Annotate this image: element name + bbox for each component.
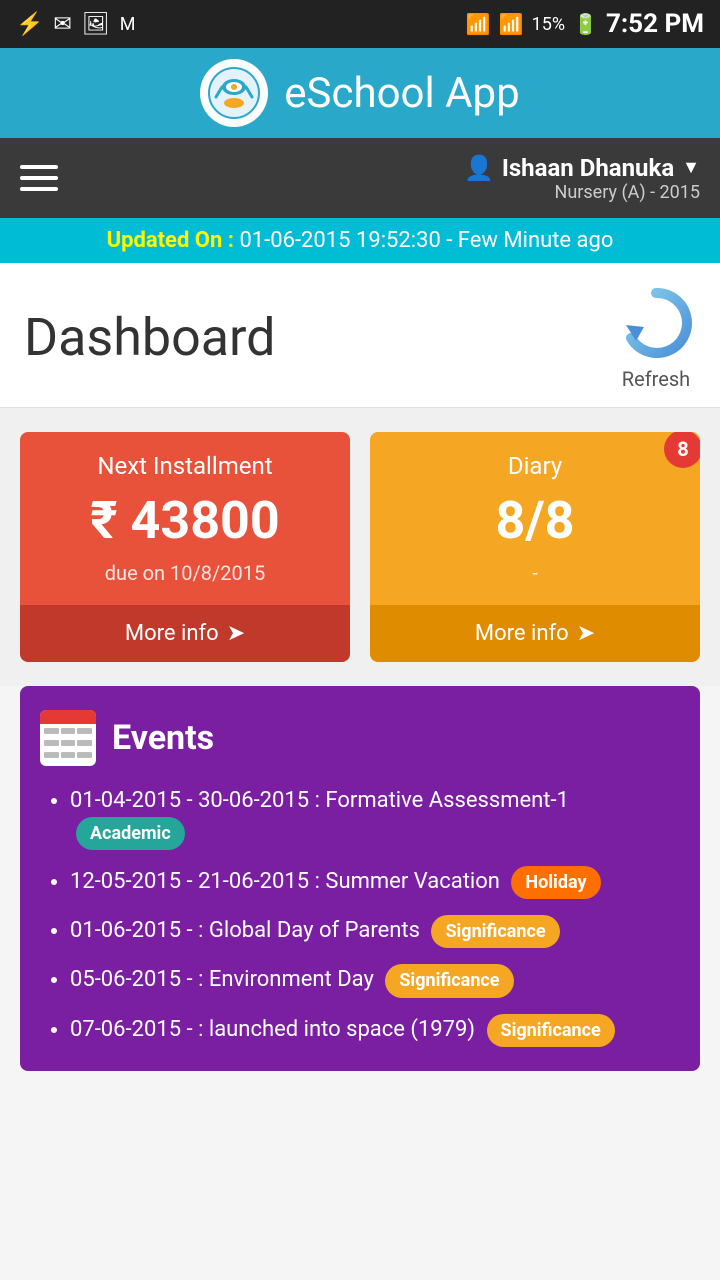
more-info-arrow-2: ➤ xyxy=(577,621,595,646)
event-text-4: 05-06-2015 - : Environment Day xyxy=(70,967,374,992)
battery-icon: 🔋 xyxy=(573,12,598,36)
more-info-label-1: More info xyxy=(125,621,219,646)
calendar-icon xyxy=(40,710,96,766)
next-installment-value: ₹ 43800 xyxy=(90,490,279,551)
diary-value: 8/8 xyxy=(496,490,575,551)
status-bar: ⚡ ✉ 🖼 M 📶 📶 15% 🔋 7:52 PM xyxy=(0,0,720,48)
diary-sub: - xyxy=(532,561,538,585)
list-item: 05-06-2015 - : Environment Day Significa… xyxy=(70,964,680,997)
user-name-row[interactable]: 👤 Ishaan Dhanuka ▼ xyxy=(464,154,700,182)
app-logo xyxy=(200,59,268,127)
event-tag-academic-1: Academic xyxy=(76,817,185,850)
user-name-text: Ishaan Dhanuka xyxy=(502,154,674,182)
list-item: 01-04-2015 - 30-06-2015 : Formative Asse… xyxy=(70,786,680,850)
events-section: Events 01-04-2015 - 30-06-2015 : Formati… xyxy=(20,686,700,1071)
image-icon: 🖼 xyxy=(82,12,110,37)
event-tag-significance-3: Significance xyxy=(487,1014,615,1047)
app-header: eSchool App xyxy=(0,48,720,138)
next-installment-body: Next Installment ₹ 43800 due on 10/8/201… xyxy=(20,432,350,605)
event-text-5: 07-06-2015 - : launched into space (1979… xyxy=(70,1017,475,1042)
events-header: Events xyxy=(40,710,680,766)
status-right-icons: 📶 📶 15% 🔋 7:52 PM xyxy=(466,9,704,39)
diary-body: Diary 8/8 - xyxy=(370,432,700,605)
next-installment-more-info[interactable]: More info ➤ xyxy=(20,605,350,662)
next-installment-due: due on 10/8/2015 xyxy=(105,561,265,585)
user-dropdown-arrow: ▼ xyxy=(682,157,700,178)
event-text-1: 01-04-2015 - 30-06-2015 : Formative Asse… xyxy=(70,788,569,813)
next-installment-card: Next Installment ₹ 43800 due on 10/8/201… xyxy=(20,432,350,662)
signal-icon: 📶 xyxy=(499,12,524,36)
more-info-arrow-1: ➤ xyxy=(227,621,245,646)
usb-icon: ⚡ xyxy=(16,12,43,37)
update-bar: Updated On : 01-06-2015 19:52:30 - Few M… xyxy=(0,218,720,263)
user-class-text: Nursery (A) - 2015 xyxy=(464,182,700,203)
event-tag-holiday-1: Holiday xyxy=(511,866,600,899)
user-bar: 👤 Ishaan Dhanuka ▼ Nursery (A) - 2015 xyxy=(0,138,720,218)
more-info-label-2: More info xyxy=(475,621,569,646)
list-item: 01-06-2015 - : Global Day of Parents Sig… xyxy=(70,915,680,948)
list-item: 12-05-2015 - 21-06-2015 : Summer Vacatio… xyxy=(70,866,680,899)
cards-row: Next Installment ₹ 43800 due on 10/8/201… xyxy=(0,408,720,686)
diary-title: Diary xyxy=(508,452,562,480)
update-datetime: 01-06-2015 19:52:30 - Few Minute ago xyxy=(239,228,613,253)
diary-more-info[interactable]: More info ➤ xyxy=(370,605,700,662)
event-text-2: 12-05-2015 - 21-06-2015 : Summer Vacatio… xyxy=(70,869,500,894)
status-left-icons: ⚡ ✉ 🖼 M xyxy=(16,12,136,37)
refresh-button[interactable]: Refresh xyxy=(616,283,696,391)
status-time: 7:52 PM xyxy=(606,9,704,39)
battery-percent: 15% xyxy=(532,14,565,35)
event-tag-significance-1: Significance xyxy=(431,915,559,948)
app-title: eSchool App xyxy=(284,69,519,118)
dashboard-header: Dashboard Refresh xyxy=(0,263,720,408)
event-text-3: 01-06-2015 - : Global Day of Parents xyxy=(70,918,420,943)
update-label: Updated On : xyxy=(107,228,234,253)
hamburger-menu[interactable] xyxy=(20,165,58,191)
user-info: 👤 Ishaan Dhanuka ▼ Nursery (A) - 2015 xyxy=(464,154,700,203)
email-icon: ✉ xyxy=(53,12,71,37)
user-person-icon: 👤 xyxy=(464,154,494,182)
list-item: 07-06-2015 - : launched into space (1979… xyxy=(70,1014,680,1047)
diary-card: 8 Diary 8/8 - More info ➤ xyxy=(370,432,700,662)
events-title: Events xyxy=(112,718,214,758)
diary-badge: 8 xyxy=(664,432,700,468)
next-installment-title: Next Installment xyxy=(97,452,272,480)
dashboard-title: Dashboard xyxy=(24,307,276,368)
event-list: 01-04-2015 - 30-06-2015 : Formative Asse… xyxy=(40,786,680,1047)
event-tag-significance-2: Significance xyxy=(385,964,513,997)
refresh-label: Refresh xyxy=(622,367,690,391)
gmail-icon: M xyxy=(120,14,136,35)
wifi-icon: 📶 xyxy=(466,12,491,36)
